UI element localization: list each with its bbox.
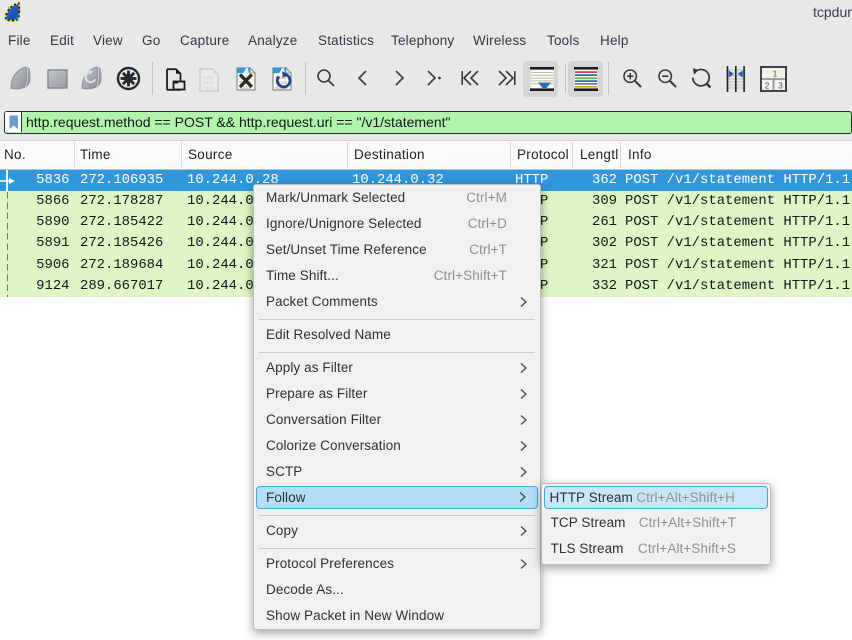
svg-text:3: 3: [778, 81, 783, 91]
svg-text:1: 1: [773, 69, 778, 79]
svg-text:0111: 0111: [203, 85, 214, 91]
svg-text:2: 2: [765, 81, 770, 91]
